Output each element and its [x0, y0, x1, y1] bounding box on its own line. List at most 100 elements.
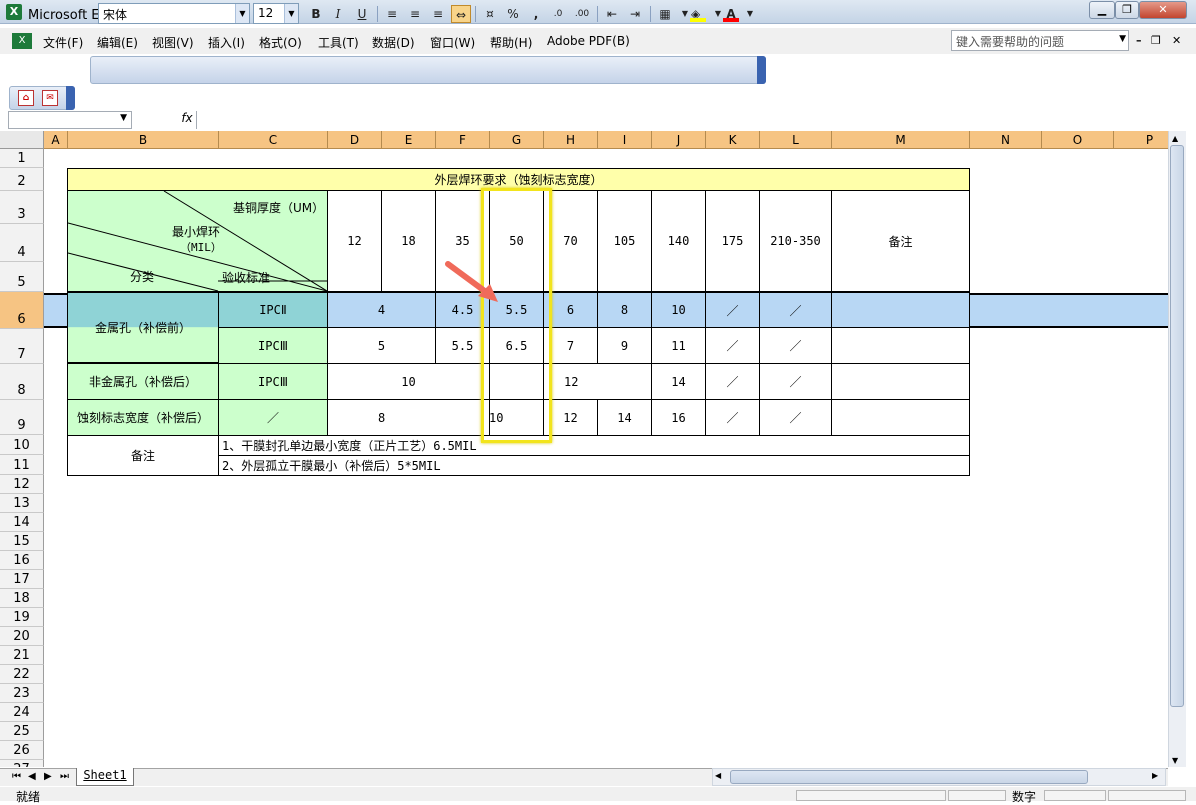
underline-button[interactable]: U: [352, 5, 372, 23]
r9-i[interactable]: 14: [597, 399, 652, 436]
comma-button[interactable]: ,: [526, 5, 546, 23]
column-header-a[interactable]: A: [44, 131, 68, 149]
doc-minimize-icon[interactable]: –: [1136, 34, 1142, 47]
row-header-19[interactable]: 19: [0, 608, 44, 627]
note-1[interactable]: 1、干膜封孔单边最小宽度（正片工艺）6.5MIL: [218, 435, 970, 456]
scroll-left-icon[interactable]: ◀: [715, 771, 721, 780]
row-header-6[interactable]: 6: [0, 292, 44, 329]
row-header-17[interactable]: 17: [0, 570, 44, 589]
currency-icon[interactable]: ¤: [480, 5, 500, 23]
increase-decimal-button[interactable]: .0: [548, 5, 568, 23]
first-sheet-icon[interactable]: ⏮: [12, 771, 21, 782]
pdf-email-icon[interactable]: ✉: [42, 90, 58, 106]
toolbar-options-icon[interactable]: [66, 86, 75, 110]
column-header-e[interactable]: E: [382, 131, 436, 149]
row-header-22[interactable]: 22: [0, 665, 44, 684]
last-sheet-icon[interactable]: ⏭: [60, 771, 69, 782]
r8-def[interactable]: 10: [327, 363, 490, 400]
r8-k[interactable]: ／: [705, 363, 760, 400]
row-header-3[interactable]: 3: [0, 191, 44, 224]
row-header-15[interactable]: 15: [0, 532, 44, 551]
font-color-icon[interactable]: A: [721, 5, 741, 23]
column-header-k[interactable]: K: [706, 131, 760, 149]
row-header-26[interactable]: 26: [0, 741, 44, 760]
r9-m[interactable]: [831, 399, 970, 436]
row-header-11[interactable]: 11: [0, 455, 44, 475]
select-all-corner[interactable]: [0, 131, 44, 149]
row-header-2[interactable]: 2: [0, 168, 44, 191]
name-box[interactable]: ▼: [8, 111, 132, 129]
column-header-f[interactable]: F: [436, 131, 490, 149]
r7-j[interactable]: 11: [651, 327, 706, 364]
minimize-icon[interactable]: ▁: [1089, 1, 1115, 19]
column-header-h[interactable]: H: [544, 131, 598, 149]
column-header-b[interactable]: B: [68, 131, 219, 149]
ime-toolbar[interactable]: [796, 790, 946, 801]
thickness-175[interactable]: 175: [705, 190, 760, 292]
r8-j[interactable]: 14: [651, 363, 706, 400]
pdf-convert-icon[interactable]: ⌂: [18, 90, 34, 106]
row-header-5[interactable]: 5: [0, 262, 44, 292]
menu-tools[interactable]: 工具(T): [318, 34, 359, 51]
row-header-16[interactable]: 16: [0, 551, 44, 570]
chevron-down-icon[interactable]: ▼: [235, 4, 249, 23]
chevron-down-icon[interactable]: ▼: [284, 4, 298, 23]
column-header-l[interactable]: L: [760, 131, 832, 149]
menu-file[interactable]: 文件(F): [43, 34, 83, 51]
column-header-c[interactable]: C: [219, 131, 328, 149]
menu-format[interactable]: 格式(O): [259, 34, 302, 51]
vertical-scroll-thumb[interactable]: [1170, 145, 1184, 707]
row-header-10[interactable]: 10: [0, 435, 44, 455]
row-header-24[interactable]: 24: [0, 703, 44, 722]
toolbar-options-icon[interactable]: [757, 56, 766, 84]
menu-edit[interactable]: 编辑(E): [97, 34, 138, 51]
menu-insert[interactable]: 插入(I): [208, 34, 245, 51]
column-header-g[interactable]: G: [490, 131, 544, 149]
row-header-23[interactable]: 23: [0, 684, 44, 703]
r9-de[interactable]: 8: [327, 399, 490, 436]
r8-m[interactable]: [831, 363, 970, 400]
scroll-right-icon[interactable]: ▶: [1152, 771, 1158, 780]
bold-button[interactable]: B: [306, 5, 326, 23]
menu-help[interactable]: 帮助(H): [490, 34, 532, 51]
close-icon[interactable]: ✕: [1139, 1, 1187, 19]
row-header-27[interactable]: 27: [0, 760, 44, 767]
italic-button[interactable]: I: [328, 5, 348, 23]
r6-m[interactable]: [831, 292, 970, 328]
row-header-1[interactable]: 1: [0, 149, 44, 168]
fill-color-icon[interactable]: ◈: [688, 5, 708, 23]
prev-sheet-icon[interactable]: ◀: [28, 771, 36, 782]
align-center-icon[interactable]: ≡: [405, 5, 425, 23]
font-name-select[interactable]: 宋体 ▼: [98, 3, 250, 24]
r6-de[interactable]: 4: [327, 292, 436, 328]
menu-window[interactable]: 窗口(W): [430, 34, 475, 51]
ipc3-cell-row8[interactable]: IPCⅢ: [218, 363, 328, 400]
r6-l[interactable]: ／: [759, 292, 832, 328]
r6-i[interactable]: 8: [597, 292, 652, 328]
r7-m[interactable]: [831, 327, 970, 364]
row-header-8[interactable]: 8: [0, 364, 44, 400]
row-header-13[interactable]: 13: [0, 494, 44, 513]
workbook-icon[interactable]: X: [12, 33, 32, 49]
r7-l[interactable]: ／: [759, 327, 832, 364]
r6-j[interactable]: 10: [651, 292, 706, 328]
percent-button[interactable]: %: [503, 5, 523, 23]
row-header-7[interactable]: 7: [0, 329, 44, 364]
thickness-105[interactable]: 105: [597, 190, 652, 292]
remark-header[interactable]: 备注: [831, 190, 970, 292]
header-diagonal-cell[interactable]: 基铜厚度（UM） 最小焊环 （MIL） 分类 验收标准: [67, 190, 328, 292]
restore-icon[interactable]: ❐: [1115, 1, 1139, 19]
next-sheet-icon[interactable]: ▶: [44, 771, 52, 782]
increase-indent-icon[interactable]: ⇥: [625, 5, 645, 23]
sheet-tab-sheet1[interactable]: Sheet1: [76, 768, 134, 786]
column-header-n[interactable]: N: [970, 131, 1042, 149]
help-search-input[interactable]: 键入需要帮助的问题 ▼: [951, 30, 1129, 51]
etch-width-label[interactable]: 蚀刻标志宽度（补偿后）: [67, 399, 219, 436]
doc-restore-icon[interactable]: ❐: [1151, 34, 1161, 47]
thickness-210-350[interactable]: 210-350: [759, 190, 832, 292]
row-header-14[interactable]: 14: [0, 513, 44, 532]
chevron-down-icon[interactable]: ▼: [120, 113, 127, 123]
menu-data[interactable]: 数据(D): [372, 34, 415, 51]
column-header-j[interactable]: J: [652, 131, 706, 149]
r8-l[interactable]: ／: [759, 363, 832, 400]
